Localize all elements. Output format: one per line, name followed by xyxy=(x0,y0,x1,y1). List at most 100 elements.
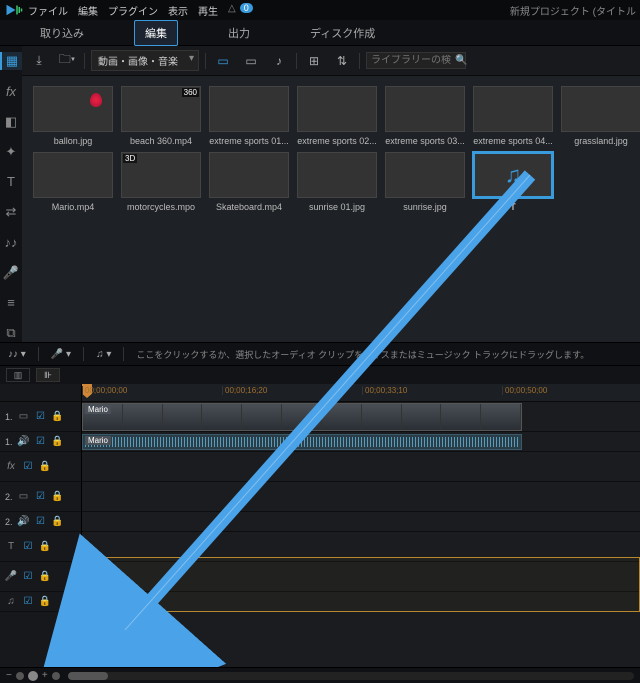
menu-edit[interactable]: 編集 xyxy=(78,3,98,18)
audio-track-icon: 🔊 xyxy=(18,516,30,528)
timeline-toolbar: ♪♪ ▾ 🎤 ▾ ♫ ▾ ここをクリックするか、選択したオーディオ クリップをボ… xyxy=(0,342,640,366)
lock-icon[interactable]: 🔒 xyxy=(39,596,51,608)
media-item[interactable]: sunrise.jpg xyxy=(384,152,466,212)
zoom-in-icon[interactable]: + xyxy=(42,670,48,681)
track-video-1[interactable]: Mario xyxy=(82,402,640,432)
media-item[interactable]: 3Dmotorcycles.mpo xyxy=(120,152,202,212)
zoom-dot[interactable] xyxy=(16,672,24,680)
track-head-voice[interactable]: 🎤☑🔒 xyxy=(0,562,81,592)
track-fx[interactable] xyxy=(82,452,640,482)
track-head-title[interactable]: T☑🔒 xyxy=(0,532,81,562)
media-item[interactable]: Skateboard.mp4 xyxy=(208,152,290,212)
track-audio-1[interactable]: Mario xyxy=(82,432,640,452)
tool-title-icon[interactable]: T xyxy=(0,173,22,191)
tool-pip-icon[interactable]: ◧ xyxy=(0,112,22,130)
media-item[interactable]: grassland.jpg xyxy=(560,86,640,146)
track-video-2[interactable] xyxy=(82,482,640,512)
enable-icon[interactable]: ☑ xyxy=(22,461,34,473)
zoom-dot[interactable] xyxy=(52,672,60,680)
lock-icon[interactable]: 🔒 xyxy=(39,571,51,583)
tab-import[interactable]: 取り込み xyxy=(30,21,94,45)
enable-icon[interactable]: ☑ xyxy=(35,436,47,448)
lock-icon[interactable]: 🔒 xyxy=(52,436,64,448)
lock-icon[interactable]: 🔒 xyxy=(52,516,64,528)
media-item[interactable]: ballon.jpg xyxy=(32,86,114,146)
zoom-fit-icon[interactable] xyxy=(28,671,38,681)
media-item[interactable]: T xyxy=(472,152,554,212)
notif-icon[interactable]: △0 xyxy=(228,3,253,18)
lock-icon[interactable]: 🔒 xyxy=(52,411,64,423)
tab-output[interactable]: 出力 xyxy=(218,21,260,45)
track-area[interactable]: 00;00;00;0000;00;16;2000;00;33;1000;00;5… xyxy=(82,384,640,667)
search-icon[interactable]: 🔍 xyxy=(455,55,467,66)
library-search[interactable]: 🔍 xyxy=(366,52,466,69)
time-ruler[interactable]: 00;00;00;0000;00;16;2000;00;33;1000;00;5… xyxy=(82,384,640,402)
track-head-video-1[interactable]: 1.▭☑🔒 xyxy=(0,402,81,432)
view-storyboard-icon[interactable]: ▥ xyxy=(6,368,30,382)
menu-file[interactable]: ファイル xyxy=(28,3,68,18)
menu-view[interactable]: 表示 xyxy=(168,3,188,18)
menu-plugin[interactable]: プラグイン xyxy=(108,3,158,18)
filter-image-icon[interactable]: ▭ xyxy=(240,51,262,71)
media-item[interactable]: extreme sports 04... xyxy=(472,86,554,146)
media-filter-dropdown[interactable]: 動画・画像・音楽 xyxy=(91,50,199,71)
media-label: extreme sports 02... xyxy=(297,136,377,146)
tool-chapter-icon[interactable]: ≡ xyxy=(0,294,22,312)
app-logo xyxy=(4,2,24,18)
enable-icon[interactable]: ☑ xyxy=(22,541,34,553)
clip-video[interactable]: Mario xyxy=(82,403,522,431)
tool-mixer-icon[interactable]: ♪♪ xyxy=(0,233,22,251)
left-toolbar: ▦ fx ◧ ✦ T ⇄ ♪♪ 🎤 ≡ ⧉ xyxy=(0,46,22,342)
menu-play[interactable]: 再生 xyxy=(198,3,218,18)
track-head-audio-2[interactable]: 2.🔊☑🔒 xyxy=(0,512,81,532)
media-item[interactable]: extreme sports 01... xyxy=(208,86,290,146)
tool-voice-icon[interactable]: 🎤 xyxy=(0,263,22,281)
lock-icon[interactable]: 🔒 xyxy=(39,461,51,473)
media-item[interactable]: sunrise 01.jpg xyxy=(296,152,378,212)
timeline-scrollbar[interactable] xyxy=(68,672,634,680)
lock-icon[interactable]: 🔒 xyxy=(39,541,51,553)
mixer-icon[interactable]: ♪♪ ▾ xyxy=(8,349,26,360)
track-music[interactable] xyxy=(82,592,640,612)
media-item[interactable]: extreme sports 03... xyxy=(384,86,466,146)
zoom-out-icon[interactable]: − xyxy=(6,670,12,681)
media-item[interactable]: extreme sports 02... xyxy=(296,86,378,146)
enable-icon[interactable]: ☑ xyxy=(35,411,47,423)
scrollbar-thumb[interactable] xyxy=(68,672,108,680)
sort-icon[interactable]: ⇅ xyxy=(331,51,353,71)
tool-transition-icon[interactable]: ⇄ xyxy=(0,203,22,221)
music-drop-target[interactable] xyxy=(82,557,640,612)
enable-icon[interactable]: ☑ xyxy=(22,571,34,583)
media-item[interactable]: Mario.mp4 xyxy=(32,152,114,212)
voiceover-icon[interactable]: 🎤 ▾ xyxy=(51,349,71,360)
track-head-music[interactable]: ♫ ☑ 🔒 xyxy=(0,592,81,612)
tool-particle-icon[interactable]: ✦ xyxy=(0,143,22,161)
ruler-mark: 00;00;16;20 xyxy=(222,386,267,395)
track-audio-2[interactable] xyxy=(82,512,640,532)
view-grid-icon[interactable]: ⊞ xyxy=(303,51,325,71)
track-head-audio-1[interactable]: 1.🔊☑🔒 xyxy=(0,432,81,452)
track-head-video-2[interactable]: 2.▭☑🔒 xyxy=(0,482,81,512)
view-timeline-icon[interactable]: ⊪ xyxy=(36,368,60,382)
enable-icon[interactable]: ☑ xyxy=(35,516,47,528)
tab-edit[interactable]: 編集 xyxy=(134,20,178,46)
folder-icon[interactable]: 🗀▾ xyxy=(56,51,78,71)
tool-fx-icon[interactable]: fx xyxy=(0,82,22,100)
tool-subtitle-icon[interactable]: ⧉ xyxy=(0,324,22,342)
import-media-icon[interactable]: ⤓ xyxy=(28,51,50,71)
music-icon[interactable]: ♫ ▾ xyxy=(96,349,111,360)
tab-disc[interactable]: ディスク作成 xyxy=(300,21,385,45)
clip-audio[interactable]: Mario xyxy=(82,434,522,450)
music-track-icon: ♫ xyxy=(5,596,17,608)
separator xyxy=(205,53,206,69)
media-item[interactable]: 360beach 360.mp4 xyxy=(120,86,202,146)
filter-video-icon[interactable]: ▭ xyxy=(212,51,234,71)
enable-icon[interactable]: ☑ xyxy=(22,596,34,608)
tool-media-icon[interactable]: ▦ xyxy=(0,52,22,70)
track-head-fx[interactable]: fx☑🔒 xyxy=(0,452,81,482)
filter-audio-icon[interactable]: ♪ xyxy=(268,51,290,71)
lock-icon[interactable]: 🔒 xyxy=(52,491,64,503)
media-thumbnail xyxy=(33,86,113,132)
enable-icon[interactable]: ☑ xyxy=(35,491,47,503)
search-input[interactable] xyxy=(371,55,451,66)
